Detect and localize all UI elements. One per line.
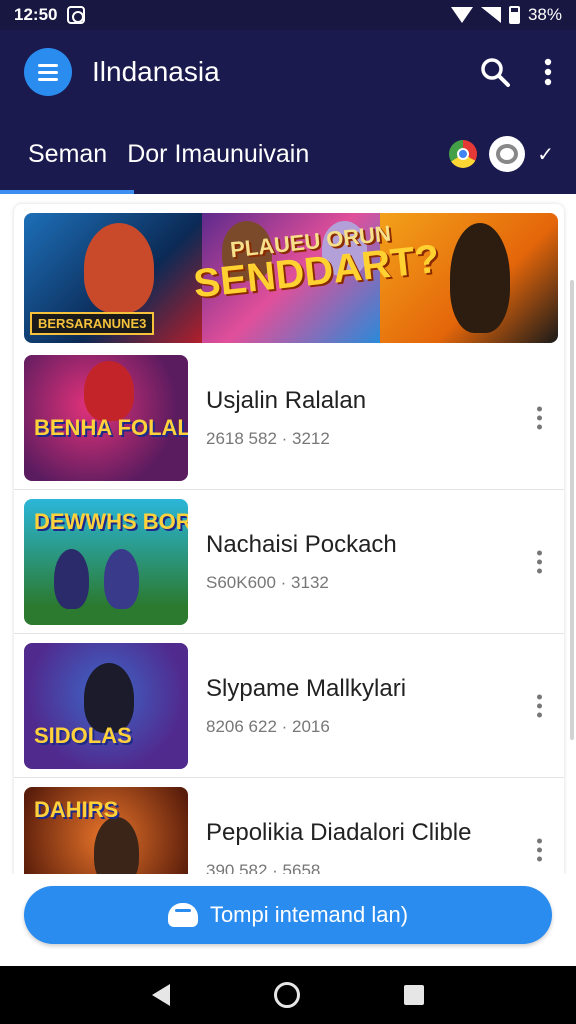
item-meta: 2618 582 · 3212 [206,428,330,448]
tab-bar: Seman Dor Imaunuivain ✓ [0,114,576,194]
item-title: Slypame Mallkylari [206,674,407,702]
item-more-icon[interactable] [537,838,542,861]
app-bar: Ilndanasia [0,30,576,114]
app-actions [480,57,552,87]
search-icon[interactable] [480,57,510,87]
featured-banner[interactable]: BERSARANUNE3 PLAUEU ORUN SENDDART? [24,213,558,343]
overflow-menu-icon[interactable] [544,58,552,86]
list-item[interactable]: BENHA FOLALS Usjalin Ralalan 2618 582 · … [14,346,564,490]
status-time: 12:50 [14,5,58,24]
item-meta: 8206 622 · 2016 [206,716,330,736]
tab-icons: ✓ [449,136,554,172]
status-indicators: 38% [450,5,562,25]
primary-action-button[interactable]: Tompi intemand lan) [24,886,552,944]
status-bar: 12:50 38% [0,0,576,30]
tab-indicator [0,190,134,194]
menu-icon-line [38,63,58,67]
item-text: Slypame Mallkylari 8206 622 · 2016 [206,675,406,737]
wifi-icon [450,7,473,23]
banner-tag: BERSARANUNE3 [30,312,155,335]
home-icon[interactable] [274,982,300,1008]
item-text: Nachaisi Pockach S60K600 · 3132 [206,531,397,593]
thumb-tag: SIDOLAS [34,722,132,748]
thumb-character [104,548,139,609]
thumb-character [54,548,89,609]
item-thumbnail: DEWWHS BORDNIS [24,498,188,625]
battery-icon [508,6,520,24]
primary-button-label: Tompi intemand lan) [209,902,409,927]
item-title: Pepolikia Diadalori Clible [206,818,472,846]
item-text: Usjalin Ralalan 2618 582 · 3212 [206,387,366,449]
item-more-icon[interactable] [537,406,542,429]
item-more-icon[interactable] [537,694,542,717]
thumb-tag: DAHIRS [34,796,119,822]
notification-icon [67,6,86,24]
item-thumbnail: DAHIRS [24,786,188,884]
chevron-icon[interactable]: ✓ [537,142,554,167]
item-more-icon[interactable] [537,550,542,573]
back-icon[interactable] [152,984,170,1006]
list-item[interactable]: DAHIRS Pepolikia Diadalori Clible 390 58… [14,778,564,884]
item-meta: S60K600 · 3132 [206,572,329,592]
menu-button[interactable] [24,48,72,96]
item-thumbnail: BENHA FOLALS [24,354,188,481]
system-nav-bar [0,966,576,1024]
item-thumbnail: SIDOLAS [24,642,188,769]
recents-icon[interactable] [404,985,424,1005]
tab-seman[interactable]: Seman [28,140,107,169]
battery-percent: 38% [527,5,562,24]
app-title: Ilndanasia [92,56,220,87]
chrome-icon[interactable] [449,140,478,168]
signal-icon [480,7,501,23]
banner-character [450,223,510,333]
list-item[interactable]: SIDOLAS Slypame Mallkylari 8206 622 · 20… [14,634,564,778]
item-title: Nachaisi Pockach [206,530,397,558]
menu-icon-line [38,77,58,81]
content-card: BERSARANUNE3 PLAUEU ORUN SENDDART? BENHA… [14,204,564,884]
item-text: Pepolikia Diadalori Clible 390 582 · 565… [206,819,471,881]
thumb-tag: DEWWHS BORDNIS [34,508,188,534]
controller-icon [167,903,198,927]
list-item[interactable]: DEWWHS BORDNIS Nachaisi Pockach S60K600 … [14,490,564,634]
game-list: BENHA FOLALS Usjalin Ralalan 2618 582 · … [14,346,564,884]
bottom-action-area: Tompi intemand lan) [0,874,576,966]
item-title: Usjalin Ralalan [206,386,367,414]
tab-dor-imaunuivain[interactable]: Dor Imaunuivain [127,140,309,169]
thumb-character [84,360,134,421]
record-icon[interactable] [489,136,526,172]
banner-panel-left: BERSARANUNE3 [24,213,202,343]
scrollbar[interactable] [570,280,574,740]
menu-icon-line [38,70,58,74]
thumb-tag: BENHA FOLALS [34,414,188,440]
banner-character [84,223,154,313]
